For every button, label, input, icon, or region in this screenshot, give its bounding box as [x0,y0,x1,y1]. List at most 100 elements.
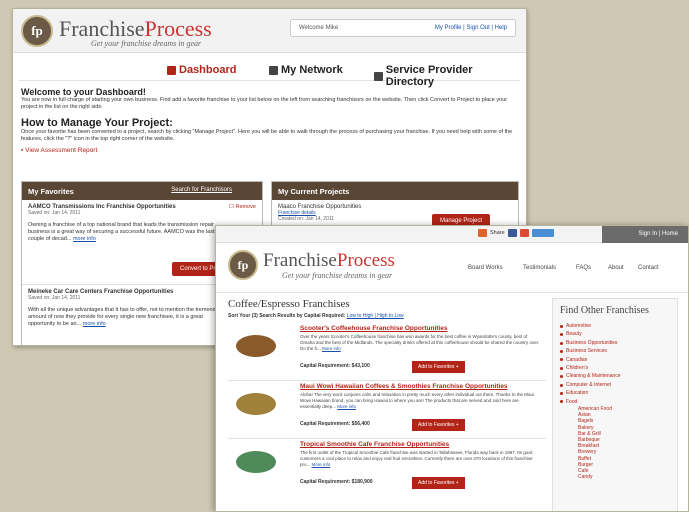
welcome-heading: Welcome to your Dashboard! [21,87,146,97]
sidebar-category-automotive[interactable]: Automotive [560,322,670,330]
bullet-icon [560,366,563,370]
bullet-icon [560,383,563,387]
sidebar-category-business-opportunities[interactable]: Business Opportunities [560,339,670,347]
sidebar-subcategory-candy[interactable]: Candy [560,474,670,480]
franchise-process-logo-icon[interactable]: fp [228,250,258,280]
brand-tagline: Get your franchise dreams in gear [282,271,393,280]
network-icon [269,65,278,75]
manage-heading: How to Manage Your Project: [21,117,173,129]
welcome-bar: Welcome Mike My Profile | Sign Out | Hel… [290,19,516,37]
sidebar-category-label: Business Services [566,348,607,355]
project-item: Maaco Franchise Opportunities Franchise … [272,200,518,228]
signin-home-links[interactable]: Sign In | Home [602,226,688,243]
franchise-title-link[interactable]: Tropical Smoothie Cafe Franchise Opportu… [300,441,449,448]
account-links[interactable]: My Profile | Sign Out | Help [435,25,507,31]
nav-faqs[interactable]: FAQs [576,265,591,271]
franchise-process-logo-icon[interactable]: fp [21,15,53,47]
tab-service-provider-directory[interactable]: Service Provider Directory [374,64,520,88]
welcome-user-label: Welcome Mike [299,25,339,31]
capital-requirement: Capital Requirement: $43,100 [300,363,370,369]
directory-icon [374,71,383,81]
franchise-thumbnail[interactable] [236,451,276,473]
tab-dashboard[interactable]: Dashboard [167,64,236,76]
share-toolbar: Share [478,229,554,237]
sidebar-category-label: Beauty [566,331,582,338]
tab-directory-label: Service Provider Directory [385,64,473,88]
listing-header: fp FranchiseProcess Get your franchise d… [216,243,688,293]
bullet-icon [560,400,563,404]
bullet-icon [560,391,563,395]
franchise-item: Scooter's Coffeehouse Franchise Opportun… [228,323,546,381]
assessment-report-label: View Assessment Report [25,147,98,154]
remove-label: Remove [235,204,256,210]
add-to-favorites-button[interactable]: Add to Favorites + [412,419,465,431]
more-info-link[interactable]: more info [73,236,96,242]
nav-about[interactable]: About [608,265,624,271]
franchise-title-link[interactable]: Scooter's Coffeehouse Franchise Opportun… [300,325,447,332]
dashboard-icon [167,65,176,75]
share-label[interactable]: Share [490,230,505,236]
sidebar-category-label: Computer & Internet [566,381,612,388]
projects-panel-header: My Current Projects [272,182,518,200]
bullet-icon [560,375,563,379]
listing-main: Coffee/Espresso Franchises Sort Your (3)… [228,298,546,497]
capital-requirement: Capital Requirement: $180,900 [300,479,373,485]
more-info-link[interactable]: more info [83,321,106,327]
tab-my-network[interactable]: My Network [269,64,343,76]
sidebar-category-label: Automotive [566,323,592,329]
bullet-icon [560,324,563,328]
franchise-list: Scooter's Coffeehouse Franchise Opportun… [228,323,546,497]
sidebar-category-label: Business Opportunities [566,339,618,346]
sort-links[interactable]: Low to High | High to Low [347,313,404,319]
sidebar-category-label: Education [566,390,589,397]
page-title: Coffee/Espresso Franchises [228,298,350,310]
favorite-description-text: Owning a franchise of a top national bra… [28,222,215,242]
sidebar-category-education[interactable]: Education [560,389,670,397]
logo-monogram: fp [31,23,43,38]
favorites-title: My Favorites [28,187,74,196]
sidebar-category-beauty[interactable]: Beauty [560,330,670,338]
franchise-item: Maui Wowi Hawaiian Coffees & Smoothies F… [228,381,546,439]
brand-name-part-b: Process [144,16,212,41]
assessment-report-link[interactable]: ▪ View Assessment Report [21,147,518,154]
add-to-favorites-button[interactable]: Add to Favorites + [412,361,465,373]
favorite-description: Owning a franchise of a top national bra… [28,222,228,243]
brand-name[interactable]: FranchiseProcess [263,250,395,272]
listing-screenshot: Share Sign In | Home fp FranchiseProcess… [215,225,689,512]
nav-board-works[interactable]: Board Works [468,265,503,271]
dashboard-nav: Dashboard My Network Service Provider Di… [19,59,520,88]
remove-favorite-link[interactable]: ☐ Remove [229,204,256,210]
sidebar-title: Find Other Franchises [560,305,649,316]
sidebar-category-computer-internet[interactable]: Computer & Internet [560,381,670,389]
share-icon[interactable] [478,229,487,237]
bullet-icon [560,341,563,345]
franchise-description-text: Aloha! The very word conjures calm and r… [300,392,534,409]
dashboard-body: Welcome to your Dashboard! You are now i… [13,81,526,158]
more-info-link[interactable]: More info [337,404,356,409]
tab-my-network-label: My Network [281,64,343,76]
tab-dashboard-label: Dashboard [179,64,237,76]
nav-testimonials[interactable]: Testimonials [523,265,556,271]
franchise-title-link[interactable]: Maui Wowi Hawaiian Coffees & Smoothies F… [300,383,508,390]
favorite-description-text: With all the unique advantages that it h… [28,307,225,327]
sidebar-category-label: Canadian [566,356,588,363]
more-info-link[interactable]: More info [312,462,331,467]
add-to-favorites-button[interactable]: Add to Favorites + [412,477,465,489]
sidebar-category-food[interactable]: Food [560,398,670,406]
nav-contact[interactable]: Contact [638,265,659,271]
sidebar-category-canadian[interactable]: Canadian [560,356,670,364]
like-icon[interactable] [531,229,554,237]
email-icon[interactable] [519,229,529,237]
brand-name-part-b: Process [336,250,395,271]
franchise-thumbnail[interactable] [236,335,276,357]
sidebar-category-cleaning-maintenance[interactable]: Cleaning & Maintenance [560,372,670,380]
sidebar-category-label: Cleaning & Maintenance [566,373,621,380]
sidebar-category-business-services[interactable]: Business Services [560,347,670,355]
search-franchisors-link[interactable]: Search for Franchisors [171,187,232,193]
projects-title: My Current Projects [278,187,350,196]
more-info-link[interactable]: More info [322,346,341,351]
franchise-thumbnail[interactable] [236,393,276,415]
bullet-icon [560,333,563,337]
sidebar-category-children-s[interactable]: Children's [560,364,670,372]
facebook-icon[interactable] [507,229,517,237]
